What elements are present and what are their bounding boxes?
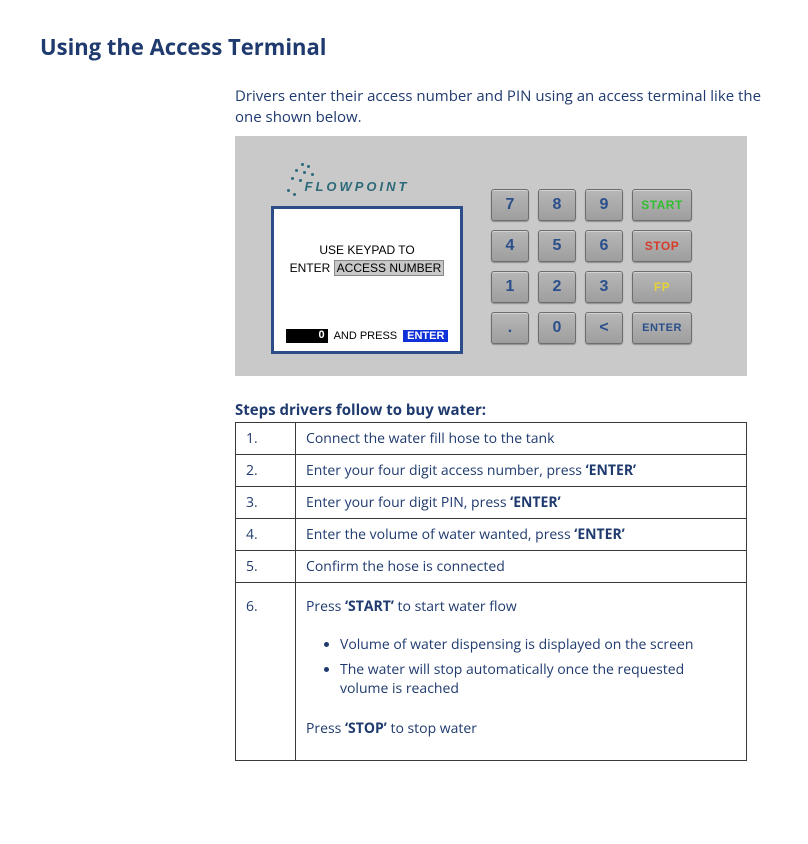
step-text: Confirm the hose is connected — [296, 551, 747, 583]
key-fp[interactable]: FP — [632, 271, 692, 303]
screen-line1: USE KEYPAD TO — [319, 243, 414, 257]
step-text: Enter your four digit PIN, press ‘ENTER’ — [296, 487, 747, 519]
key-5[interactable]: 5 — [538, 230, 576, 262]
step-number: 3. — [236, 487, 296, 519]
key-3[interactable]: 3 — [585, 271, 623, 303]
step-text-bold: ‘ENTER’ — [574, 525, 624, 544]
screen-and-press: AND PRESS — [334, 330, 398, 342]
terminal-screen-area: FLOWPOINT USE KEYPAD TO ENTER ACCESS NUM… — [271, 169, 463, 366]
step6-press-bold: ‘START’ — [345, 597, 394, 616]
step6-stop-post: to stop water — [387, 719, 477, 738]
screen-line2-prefix: ENTER — [290, 261, 331, 275]
table-row: 3. Enter your four digit PIN, press ‘ENT… — [236, 487, 747, 519]
step-text: Enter your four digit access number, pre… — [296, 455, 747, 487]
key-6[interactable]: 6 — [585, 230, 623, 262]
screen-input-field: 0 — [286, 329, 328, 343]
screen-enter-chip: ENTER — [403, 330, 448, 342]
key-back[interactable]: < — [585, 312, 623, 344]
key-9[interactable]: 9 — [585, 189, 623, 221]
step-number: 4. — [236, 519, 296, 551]
table-row: 6. Press ‘START’ to start water flow Vol… — [236, 583, 747, 761]
table-row: 1. Connect the water fill hose to the ta… — [236, 423, 747, 455]
step-text-pre: Enter your four digit access number, pre… — [306, 461, 586, 480]
table-row: 5. Confirm the hose is connected — [236, 551, 747, 583]
key-dot[interactable]: . — [491, 312, 529, 344]
step-text-pre: Enter your four digit PIN, press — [306, 493, 510, 512]
terminal-keypad: 7 8 9 START 4 5 6 STOP 1 2 3 FP . 0 < EN… — [491, 189, 692, 344]
step-text-bold: ‘ENTER’ — [510, 493, 560, 512]
step6-bullet: The water will stop automatically once t… — [340, 661, 736, 699]
table-row: 2. Enter your four digit access number, … — [236, 455, 747, 487]
page: Using the Access Terminal Drivers enter … — [0, 0, 808, 801]
step-text: Connect the water fill hose to the tank — [296, 423, 747, 455]
step-number: 6. — [236, 583, 296, 761]
step6-stop-pre: Press — [306, 719, 345, 738]
key-start[interactable]: START — [632, 189, 692, 221]
screen-message: USE KEYPAD TO ENTER ACCESS NUMBER — [284, 223, 450, 277]
step-text: Enter the volume of water wanted, press … — [296, 519, 747, 551]
step6-bullet: Volume of water dispensing is displayed … — [340, 636, 736, 655]
terminal-illustration: FLOWPOINT USE KEYPAD TO ENTER ACCESS NUM… — [235, 136, 747, 376]
terminal-screen: USE KEYPAD TO ENTER ACCESS NUMBER 0 AND … — [271, 206, 463, 354]
key-4[interactable]: 4 — [491, 230, 529, 262]
step-text: Press ‘START’ to start water flow Volume… — [296, 583, 747, 761]
step-text-bold: ‘ENTER’ — [586, 461, 636, 480]
step-number: 5. — [236, 551, 296, 583]
table-row: 4. Enter the volume of water wanted, pre… — [236, 519, 747, 551]
intro-text: Drivers enter their access number and PI… — [235, 86, 768, 128]
key-stop[interactable]: STOP — [632, 230, 692, 262]
brand-dots-icon — [283, 163, 323, 199]
step6-bullets: Volume of water dispensing is displayed … — [340, 636, 736, 699]
key-7[interactable]: 7 — [491, 189, 529, 221]
step6-press-post: to start water flow — [394, 597, 517, 616]
brand-logo: FLOWPOINT — [295, 169, 410, 200]
key-2[interactable]: 2 — [538, 271, 576, 303]
step-number: 2. — [236, 455, 296, 487]
content-column: Drivers enter their access number and PI… — [235, 86, 768, 761]
key-8[interactable]: 8 — [538, 189, 576, 221]
page-title: Using the Access Terminal — [40, 32, 768, 62]
step6-stop-bold: ‘STOP’ — [345, 719, 387, 738]
key-1[interactable]: 1 — [491, 271, 529, 303]
screen-line2-highlight: ACCESS NUMBER — [334, 260, 445, 276]
step-text-pre: Enter the volume of water wanted, press — [306, 525, 574, 544]
key-0[interactable]: 0 — [538, 312, 576, 344]
step6-press-pre: Press — [306, 597, 345, 616]
steps-table: 1. Connect the water fill hose to the ta… — [235, 422, 747, 761]
key-enter[interactable]: ENTER — [632, 312, 692, 344]
screen-input-row: 0 AND PRESS ENTER — [284, 329, 450, 343]
steps-heading: Steps drivers follow to buy water: — [235, 400, 768, 420]
step-number: 1. — [236, 423, 296, 455]
